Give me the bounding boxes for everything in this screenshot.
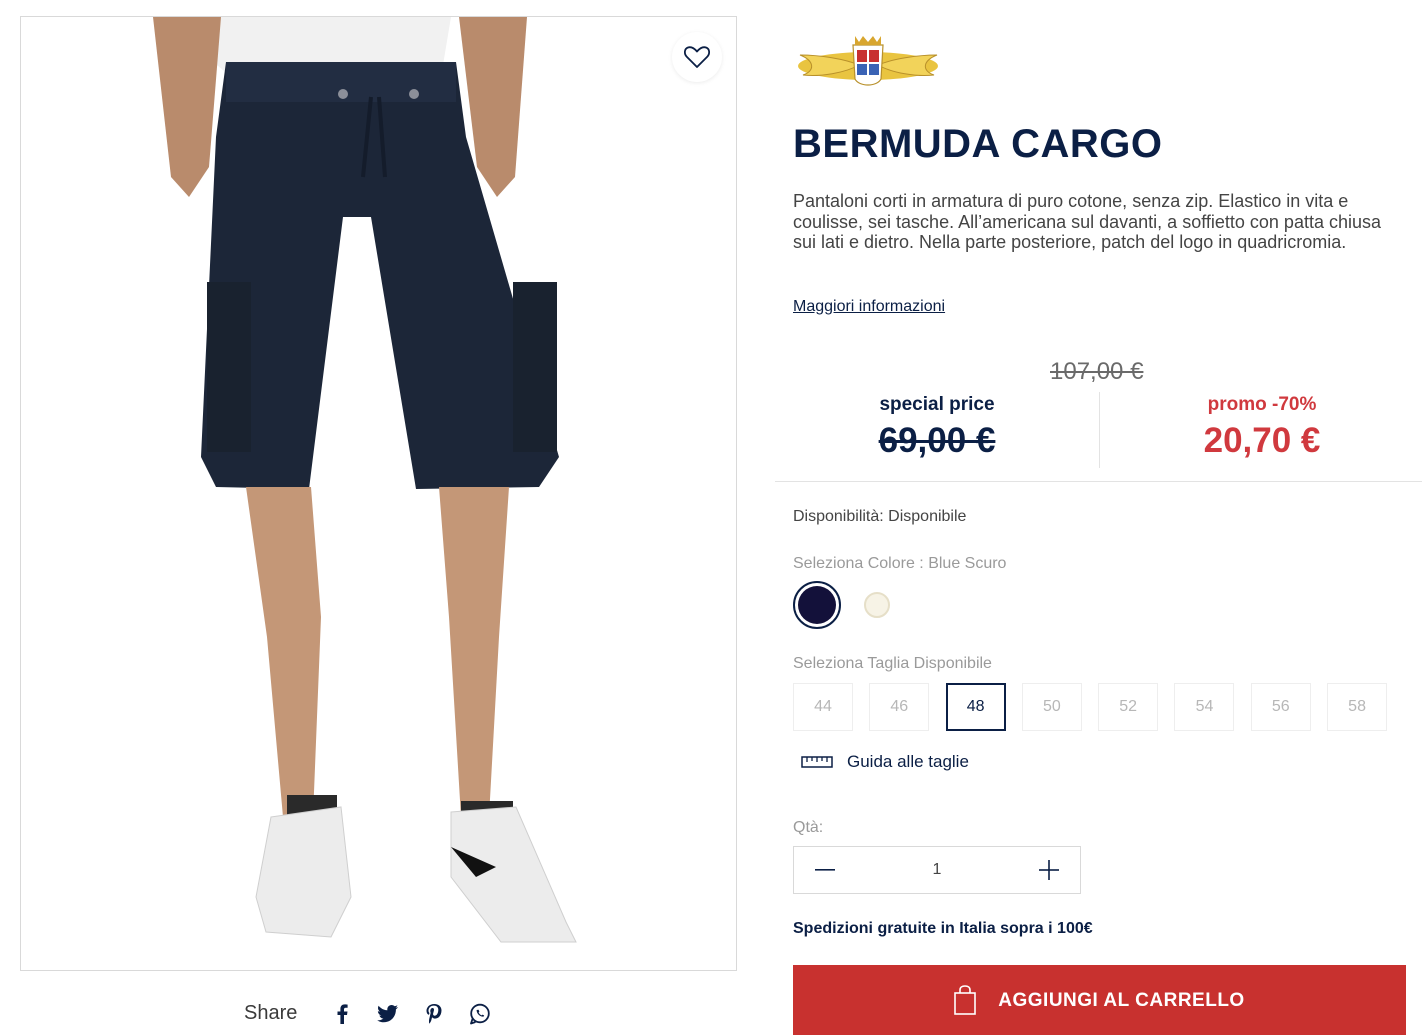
add-to-cart-button[interactable]: AGGIUNGI AL CARRELLO xyxy=(793,965,1406,1035)
share-label: Share xyxy=(244,1002,298,1024)
size-option[interactable]: 54 xyxy=(1174,683,1235,731)
size-label: Seleziona Taglia Disponibile xyxy=(793,655,992,672)
size-option[interactable]: 58 xyxy=(1327,683,1388,731)
price-divider xyxy=(1099,392,1100,468)
product-title: BERMUDA CARGO xyxy=(793,122,1163,166)
more-info-link[interactable]: Maggiori informazioni xyxy=(793,298,945,316)
size-option[interactable]: 44 xyxy=(793,683,853,731)
ruler-icon xyxy=(801,756,833,768)
pinterest-icon[interactable] xyxy=(423,1003,445,1025)
whatsapp-icon[interactable] xyxy=(469,1003,491,1025)
size-option-selected[interactable]: 48 xyxy=(945,683,1006,731)
size-option[interactable]: 46 xyxy=(869,683,930,731)
special-price-label: special price xyxy=(879,394,995,415)
availability-text: Disponibilità: Disponibile xyxy=(793,508,967,525)
promo-label: promo -70% xyxy=(1207,394,1317,415)
size-option[interactable]: 52 xyxy=(1098,683,1159,731)
increase-quantity-button[interactable] xyxy=(1018,847,1080,893)
color-swatch-blue-scuro[interactable] xyxy=(793,581,841,629)
facebook-icon[interactable] xyxy=(331,1003,353,1025)
color-label: Seleziona Colore : Blue Scuro xyxy=(793,555,1007,572)
brand-logo[interactable] xyxy=(795,33,942,95)
quantity-stepper xyxy=(793,846,1081,894)
decrease-quantity-button[interactable] xyxy=(794,847,856,893)
promo-price: 20,70 € xyxy=(1203,421,1321,460)
size-option[interactable]: 56 xyxy=(1250,683,1311,731)
product-image-frame[interactable] xyxy=(20,16,737,971)
original-price: 107,00 € xyxy=(1050,358,1144,385)
size-selector: 44 46 48 50 52 54 56 58 xyxy=(793,683,1403,731)
heart-icon xyxy=(684,46,710,68)
product-description: Pantaloni corti in armatura di puro coto… xyxy=(793,191,1381,252)
twitter-icon[interactable] xyxy=(377,1003,399,1025)
quantity-input[interactable] xyxy=(905,860,969,880)
section-divider xyxy=(775,481,1422,482)
size-guide-link[interactable]: Guida alle taglie xyxy=(801,752,969,772)
share-row: Share xyxy=(244,1002,515,1025)
size-guide-label: Guida alle taglie xyxy=(847,752,969,771)
shipping-note: Spedizioni gratuite in Italia sopra i 10… xyxy=(793,920,1093,937)
shopping-bag-icon xyxy=(954,985,977,1015)
minus-icon xyxy=(815,869,835,871)
plus-icon xyxy=(1039,860,1059,880)
wishlist-button[interactable] xyxy=(672,32,722,82)
special-price-value: 69,00 € xyxy=(878,421,996,460)
size-option[interactable]: 50 xyxy=(1021,683,1082,731)
swatch-fill xyxy=(798,586,836,624)
product-image xyxy=(153,17,577,943)
add-to-cart-label: AGGIUNGI AL CARRELLO xyxy=(998,990,1245,1011)
color-swatch-cream[interactable] xyxy=(864,592,890,618)
quantity-label: Qtà: xyxy=(793,819,824,836)
